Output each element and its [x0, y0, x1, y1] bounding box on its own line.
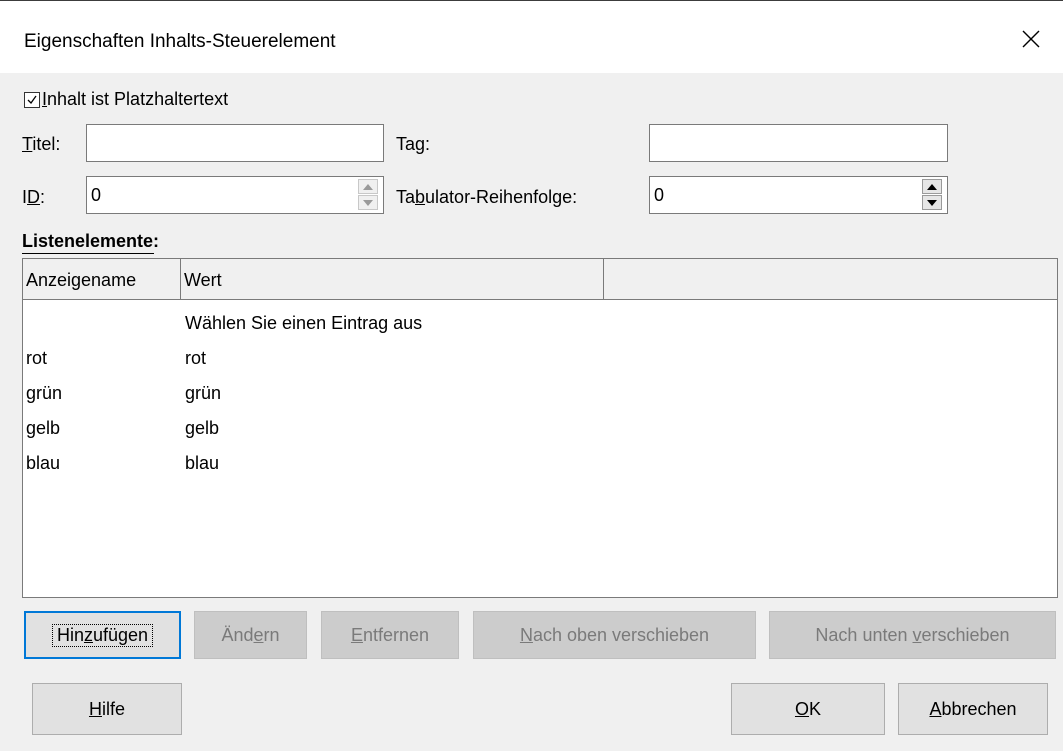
titel-label: Titel:	[22, 134, 61, 154]
remove-button[interactable]: Entfernen	[321, 611, 459, 659]
row-value: gelb	[185, 418, 220, 438]
row-value: Wählen Sie einen Eintrag aus	[185, 313, 423, 333]
id-input[interactable]	[86, 176, 384, 214]
tag-label: Tag:	[396, 134, 431, 154]
title-bar: Eigenschaften Inhalts-Steuerelement	[0, 0, 1063, 73]
column-header-anzeigename[interactable]: Anzeigename	[23, 259, 181, 299]
move-down-button[interactable]: Nach unten verschieben	[769, 611, 1056, 659]
placeholder-checkbox[interactable]	[24, 92, 40, 108]
column-header-empty[interactable]	[604, 259, 1057, 299]
tab-order-input[interactable]	[649, 176, 948, 214]
row-value: blau	[185, 453, 220, 473]
column-header-wert[interactable]: Wert	[181, 259, 604, 299]
spin-up-icon[interactable]	[922, 179, 942, 194]
placeholder-checkbox-label[interactable]: Inhalt ist Platzhaltertext	[42, 89, 228, 110]
table-row[interactable]: rot rot	[23, 341, 1057, 376]
close-button[interactable]	[1011, 19, 1051, 59]
titel-input[interactable]	[86, 124, 384, 162]
spin-down-icon[interactable]	[922, 195, 942, 210]
row-value: grün	[185, 383, 222, 403]
spin-down-icon[interactable]	[358, 195, 378, 210]
row-value: rot	[185, 348, 207, 368]
spin-up-icon[interactable]	[358, 179, 378, 194]
row-name: grün	[26, 383, 63, 403]
table-header: Anzeigename Wert	[23, 259, 1057, 300]
id-spinner[interactable]	[356, 178, 380, 212]
cancel-button[interactable]: Abbrechen	[898, 683, 1048, 735]
row-name: gelb	[26, 418, 61, 438]
table-row[interactable]: Wählen Sie einen Eintrag aus	[23, 306, 1057, 341]
change-button[interactable]: Ändern	[194, 611, 307, 659]
id-label: ID:	[22, 187, 46, 207]
table-row[interactable]: grün grün	[23, 376, 1057, 411]
table-row[interactable]: blau blau	[23, 446, 1057, 481]
heading-underline	[22, 253, 154, 254]
tab-order-spinner[interactable]	[920, 178, 944, 212]
list-heading: Listenelemente:	[22, 231, 160, 251]
row-name: rot	[26, 348, 48, 368]
tab-order-label: Tabulator-Reihenfolge:	[396, 187, 578, 207]
checkmark-icon	[27, 95, 37, 105]
help-button[interactable]: Hilfe	[32, 683, 182, 735]
ok-button[interactable]: OK	[731, 683, 885, 735]
tag-input[interactable]	[649, 124, 948, 162]
row-name: blau	[26, 453, 61, 473]
move-up-button[interactable]: Nach oben verschieben	[473, 611, 756, 659]
window-title: Eigenschaften Inhalts-Steuerelement	[24, 31, 336, 52]
list-items-table[interactable]: Anzeigename Wert Wählen Sie einen Eintra…	[22, 258, 1058, 598]
add-button[interactable]: Hinzufügen	[24, 611, 181, 659]
table-row[interactable]: gelb gelb	[23, 411, 1057, 446]
close-icon	[1022, 30, 1040, 48]
